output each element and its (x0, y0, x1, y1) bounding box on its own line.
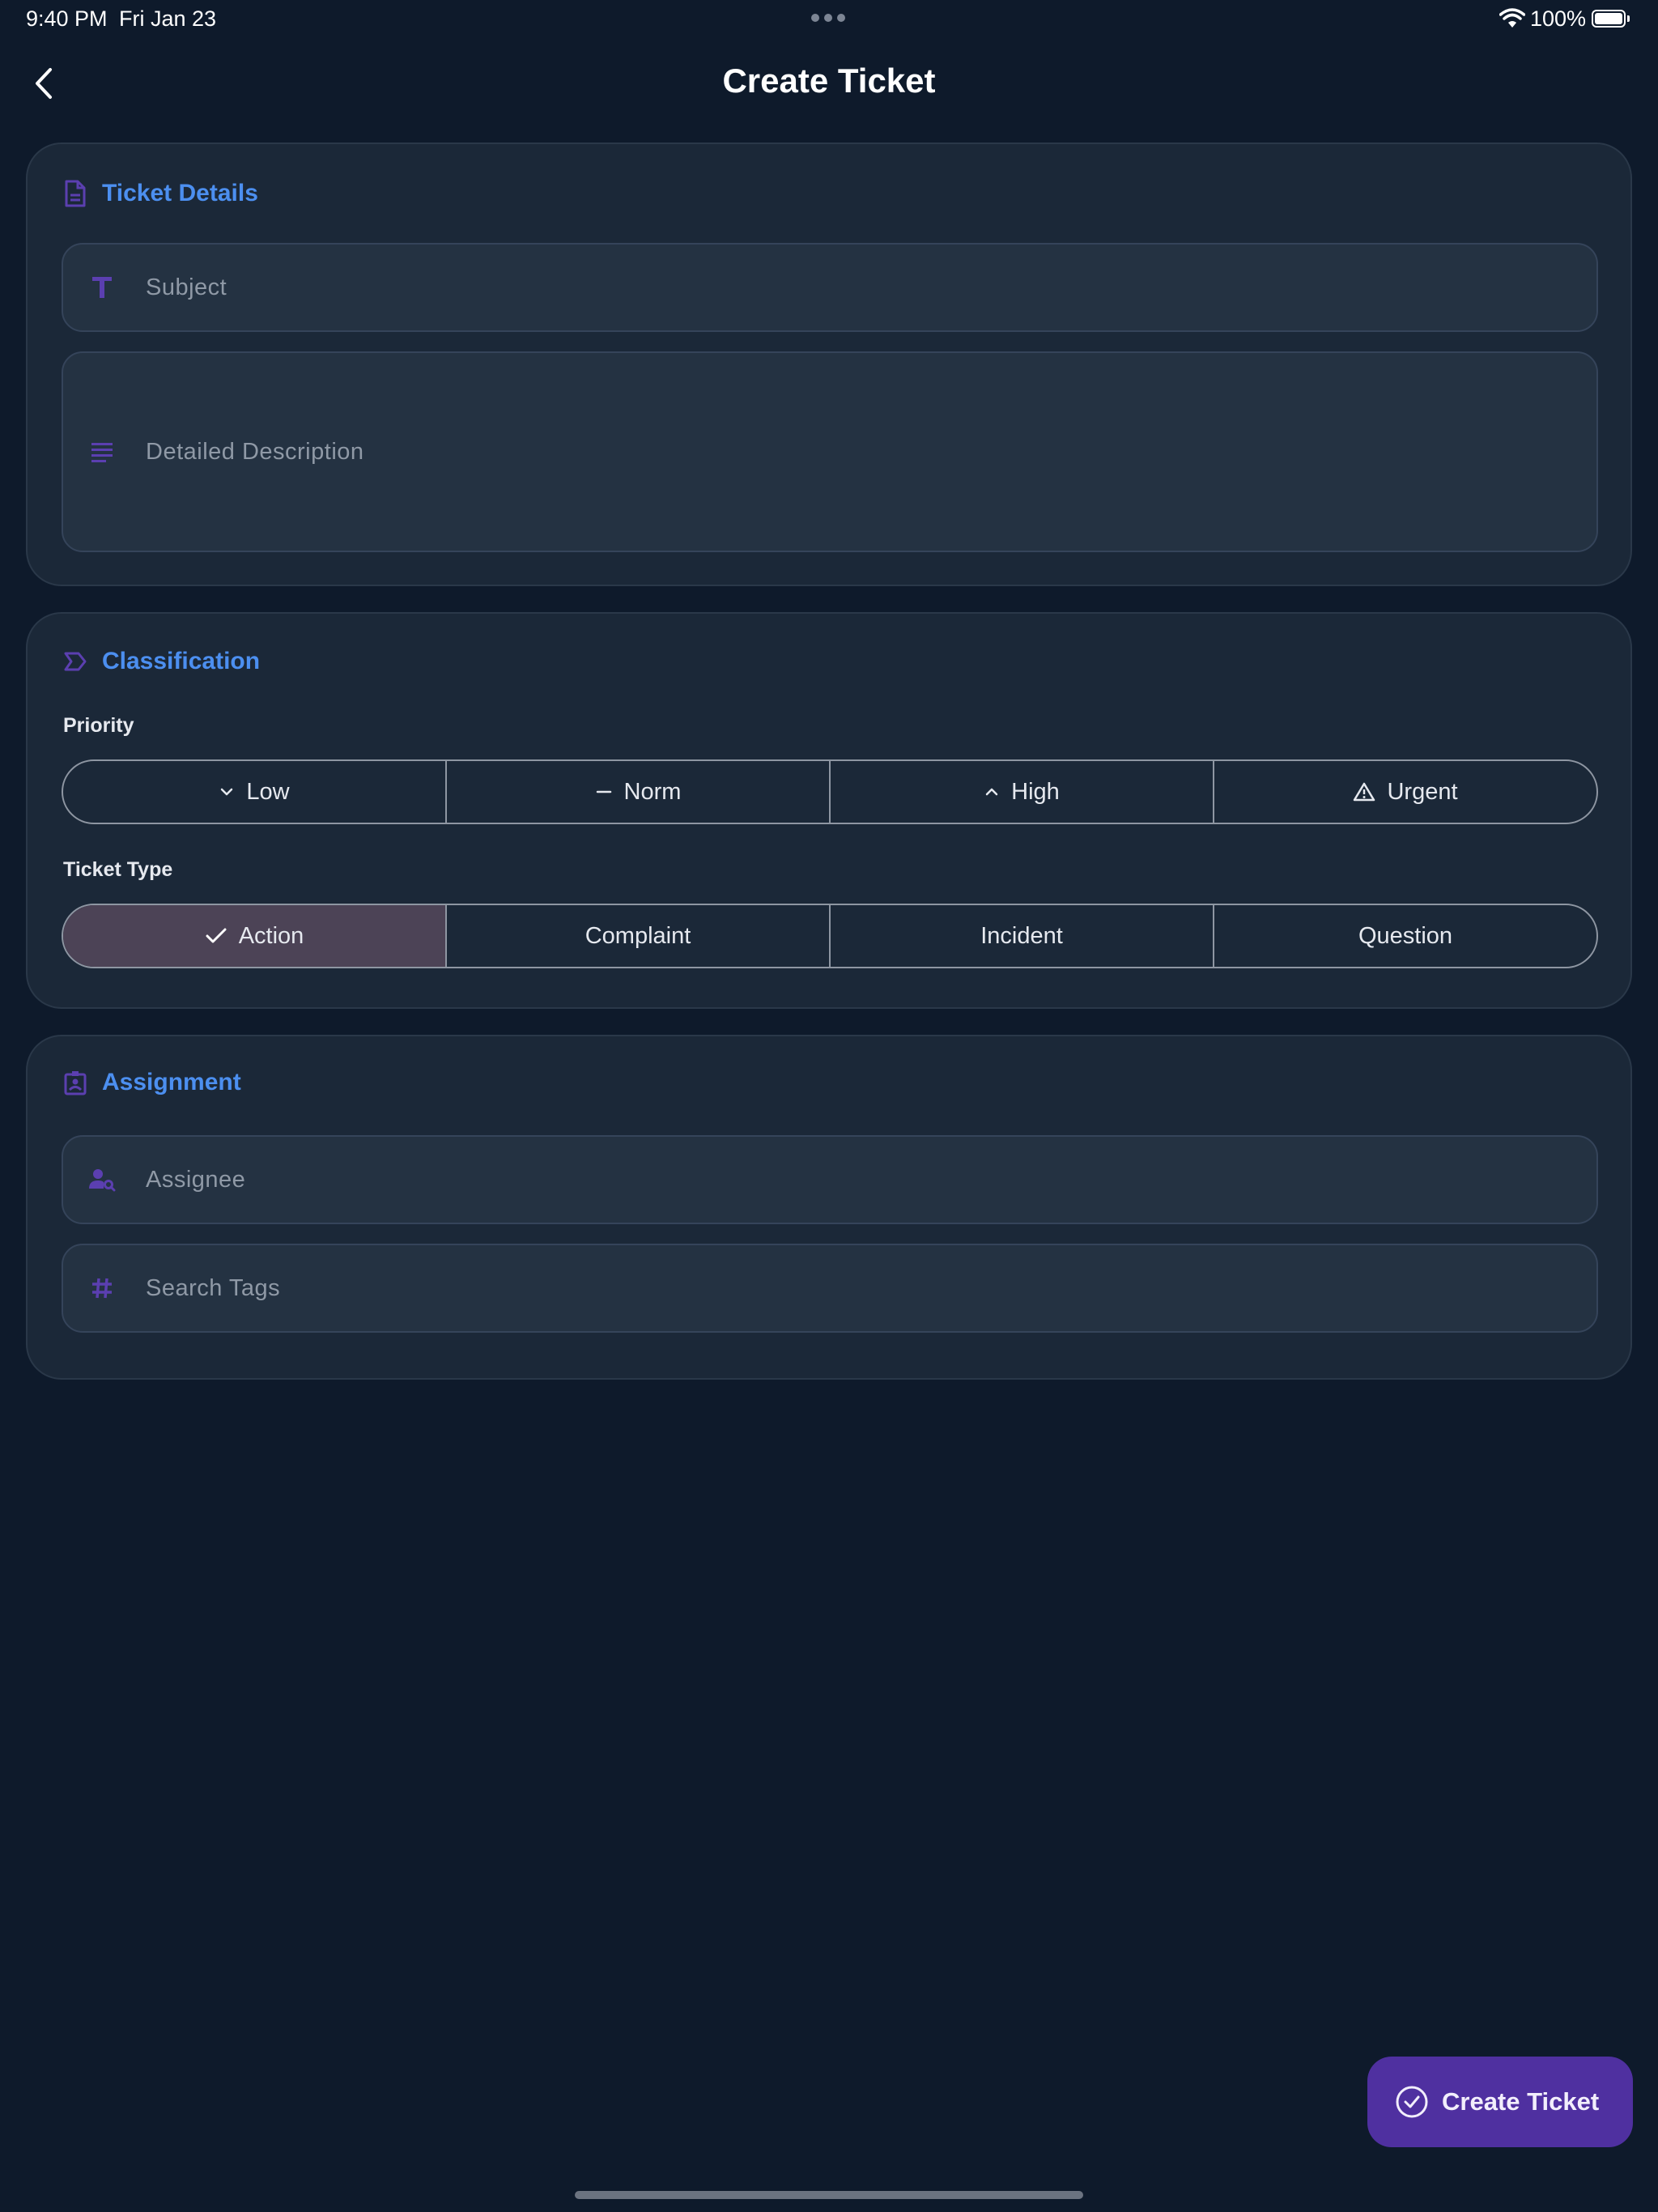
priority-urgent-button[interactable]: Urgent (1214, 761, 1596, 823)
ticket-type-complaint-label: Complaint (585, 922, 691, 949)
description-input[interactable]: Detailed Description (62, 351, 1598, 552)
status-time: 9:40 PM (26, 6, 108, 31)
assignee-input[interactable]: Assignee (62, 1135, 1598, 1224)
classification-card: Classification Priority Low Norm High Ur… (26, 612, 1632, 1009)
tags-search-input[interactable]: Search Tags (62, 1244, 1598, 1333)
priority-high-label: High (1011, 778, 1060, 805)
chevron-down-icon (221, 788, 233, 796)
minus-icon (596, 790, 611, 793)
ticket-type-label: Ticket Type (63, 858, 173, 881)
warning-icon (1354, 782, 1375, 802)
assignment-title: Assignment (102, 1069, 241, 1095)
ticket-type-incident-button[interactable]: Incident (831, 905, 1214, 967)
page-title: Create Ticket (722, 62, 936, 100)
priority-norm-button[interactable]: Norm (447, 761, 831, 823)
battery-icon (1592, 10, 1630, 29)
ticket-type-complaint-button[interactable]: Complaint (447, 905, 831, 967)
assignee-placeholder: Assignee (146, 1166, 246, 1193)
create-ticket-label: Create Ticket (1442, 2087, 1600, 2116)
ticket-details-title: Ticket Details (102, 180, 258, 206)
priority-norm-label: Norm (623, 778, 682, 805)
chevron-up-icon (985, 788, 998, 796)
check-icon (206, 928, 227, 943)
create-ticket-button[interactable]: Create Ticket (1367, 2057, 1633, 2147)
hashtag-icon (83, 1269, 121, 1308)
priority-high-button[interactable]: High (831, 761, 1214, 823)
person-search-icon (83, 1160, 121, 1199)
label-icon (64, 652, 87, 671)
subject-placeholder: Subject (146, 274, 227, 300)
wifi-icon (1499, 8, 1525, 28)
ticket-type-question-label: Question (1358, 922, 1453, 949)
classification-header: Classification (63, 648, 260, 675)
ticket-type-segmented-control: Action Complaint Incident Question (62, 904, 1598, 968)
priority-segmented-control: Low Norm High Urgent (62, 759, 1598, 824)
check-circle-icon (1396, 2086, 1428, 2118)
ticket-type-action-label: Action (238, 922, 304, 949)
priority-low-button[interactable]: Low (63, 761, 447, 823)
assignment-header: Assignment (63, 1069, 241, 1096)
priority-urgent-label: Urgent (1387, 778, 1458, 805)
ticket-type-action-button[interactable]: Action (63, 905, 447, 967)
ticket-type-question-button[interactable]: Question (1214, 905, 1596, 967)
assignment-card: Assignment Assignee Search Tags (26, 1035, 1632, 1380)
ticket-details-header: Ticket Details (63, 180, 258, 207)
priority-low-label: Low (246, 778, 290, 805)
status-date: Fri Jan 23 (119, 6, 217, 31)
text-format-icon (83, 268, 121, 307)
tags-placeholder: Search Tags (146, 1274, 281, 1301)
status-bar: 9:40 PM Fri Jan 23 100% (0, 0, 1658, 39)
notes-icon (83, 432, 121, 471)
subject-input[interactable]: Subject (62, 243, 1598, 332)
description-placeholder: Detailed Description (146, 438, 364, 465)
ticket-type-incident-label: Incident (980, 922, 1063, 949)
battery-percent: 100% (1530, 6, 1587, 31)
priority-label: Priority (63, 714, 134, 737)
multitasking-dots-icon[interactable] (811, 14, 845, 22)
badge-icon (64, 1071, 87, 1095)
document-icon (65, 180, 86, 207)
classification-title: Classification (102, 648, 261, 674)
ticket-details-card: Ticket Details Subject Detailed Descript… (26, 143, 1632, 586)
home-indicator[interactable] (575, 2191, 1083, 2199)
